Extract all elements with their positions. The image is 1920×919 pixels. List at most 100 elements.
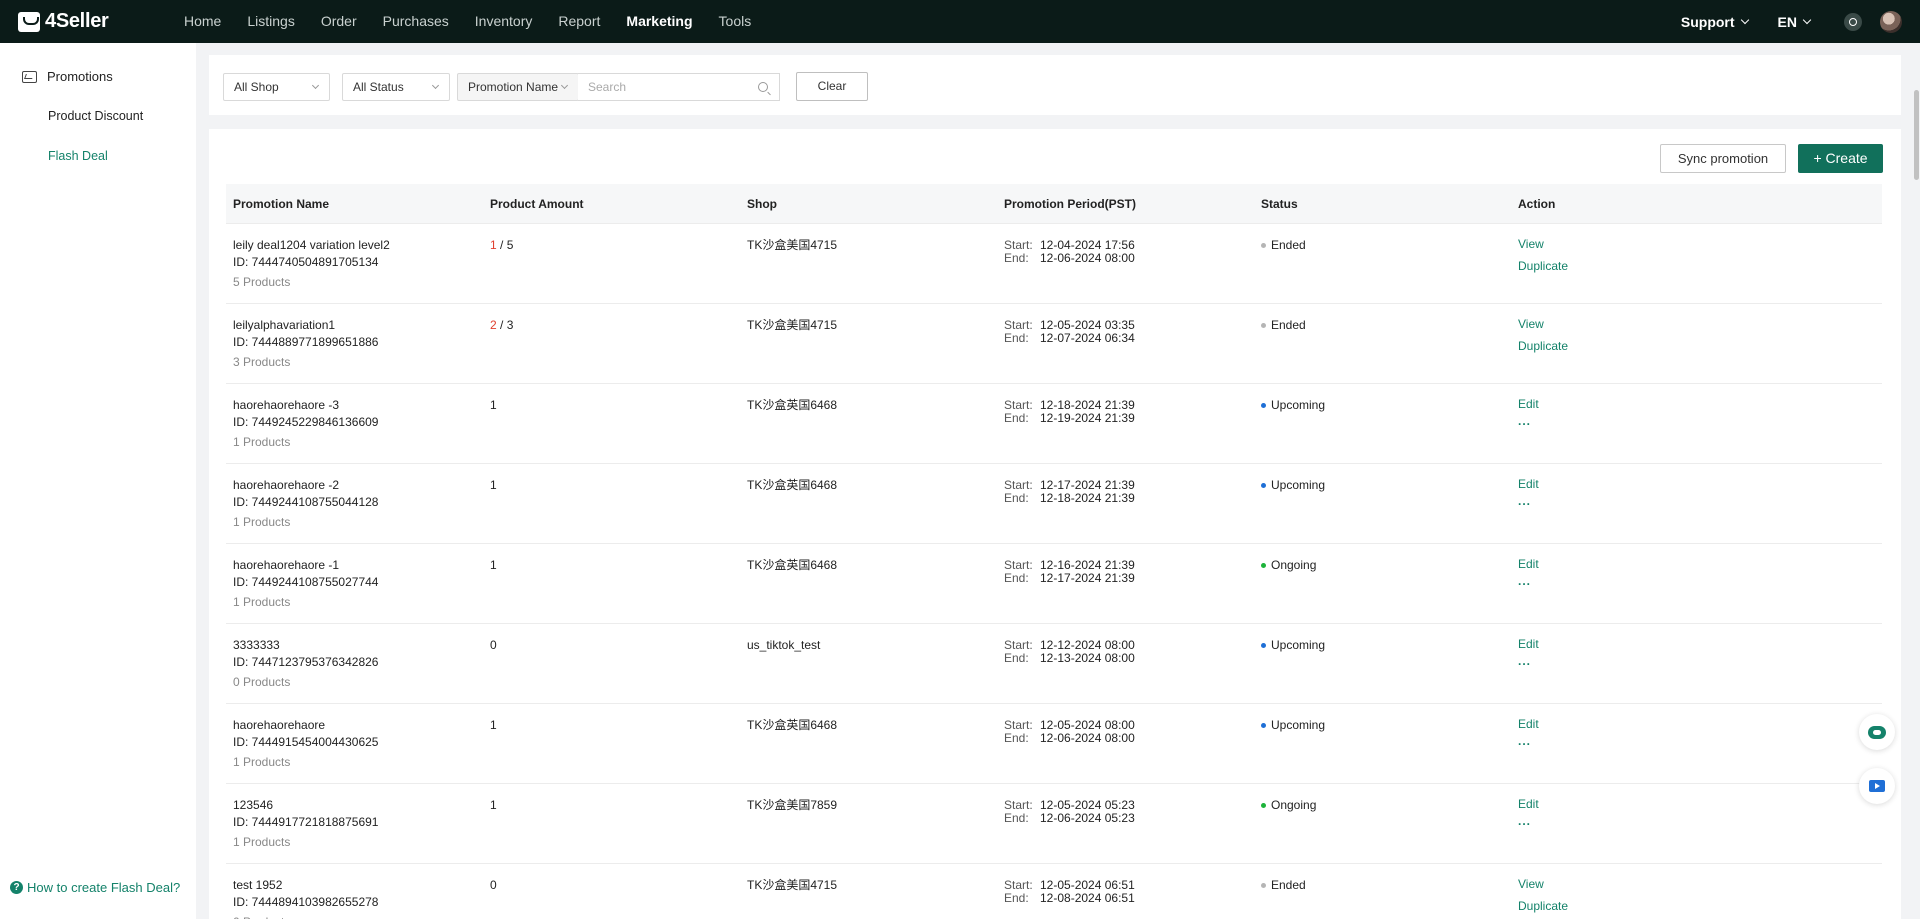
table-row: 123546 ID: 7444917721818875691 1 Products 1… [226, 784, 1882, 864]
table-row: 3333333 ID: 7447123795376342826 0 Products… [226, 624, 1882, 704]
language-selector[interactable]: EN [1778, 14, 1812, 30]
edit-button[interactable]: Edit [1518, 473, 1539, 495]
product-amount-cell: 1 [490, 797, 497, 814]
promotion-name-cell: haorehaorehaore -2 ID: 744924410875504412… [233, 477, 378, 531]
more-actions-button[interactable]: ... [1518, 655, 1539, 667]
view-button[interactable]: View [1518, 233, 1568, 255]
sidebar-item-product-discount[interactable]: Product Discount [48, 109, 143, 123]
nav-item-order[interactable]: Order [321, 0, 357, 43]
scrollbar-thumb[interactable] [1914, 90, 1919, 180]
status-select[interactable]: All Status [342, 73, 450, 101]
settings-icon[interactable] [1844, 12, 1862, 31]
chat-support-button[interactable] [1859, 714, 1895, 750]
end-time: 12-07-2024 06:34 [1040, 331, 1135, 345]
duplicate-button[interactable]: Duplicate [1518, 255, 1568, 277]
search-field-select[interactable]: Promotion Name [457, 73, 579, 101]
nav-item-report[interactable]: Report [558, 0, 600, 43]
edit-button[interactable]: Edit [1518, 793, 1539, 815]
nav-item-inventory[interactable]: Inventory [475, 0, 533, 43]
promotion-id: ID: 7444740504891705134 [233, 255, 379, 269]
promotion-name-cell: leily deal1204 variation level2 ID: 74447… [233, 237, 390, 291]
table-row: haorehaorehaore -3 ID: 744924522984613660… [226, 384, 1882, 464]
search-field-value: Promotion Name [468, 80, 559, 94]
more-actions-button[interactable]: ... [1518, 815, 1539, 827]
status-dot-icon [1261, 803, 1266, 808]
status-text: Ongoing [1271, 798, 1317, 812]
shop-name: TK沙盒美国4715 [747, 318, 838, 332]
sync-promotion-button[interactable]: Sync promotion [1660, 144, 1786, 173]
table-row: test 1952 ID: 7444894103982655278 0 Produc… [226, 864, 1882, 919]
more-actions-button[interactable]: ... [1518, 735, 1539, 747]
product-amount-total: 0 [490, 638, 497, 652]
end-label: End: [1004, 571, 1029, 585]
end-label: End: [1004, 251, 1029, 265]
sidebar: Promotions Product Discount Flash Deal ?… [0, 43, 196, 919]
status-badge: Upcoming [1261, 637, 1325, 654]
promotion-name: 3333333 [233, 638, 280, 652]
product-amount-total: 1 [490, 718, 497, 732]
end-label: End: [1004, 811, 1029, 825]
bag-icon [18, 11, 40, 32]
duplicate-button[interactable]: Duplicate [1518, 895, 1568, 917]
end-label: End: [1004, 411, 1029, 425]
product-amount-cell: 1 [490, 397, 497, 414]
product-amount-total: / 5 [496, 238, 514, 252]
page-scrollbar[interactable] [1912, 43, 1920, 919]
product-amount-cell: 1 [490, 717, 497, 734]
more-actions-button[interactable]: ... [1518, 575, 1539, 587]
sidebar-section-label: Promotions [47, 69, 113, 84]
view-button[interactable]: View [1518, 873, 1568, 895]
avatar[interactable] [1880, 10, 1902, 33]
sidebar-item-flash-deal[interactable]: Flash Deal [48, 149, 108, 163]
promotion-id: ID: 7444915454004430625 [233, 735, 379, 749]
promotion-id: ID: 7449244108755044128 [233, 495, 379, 509]
nav-item-home[interactable]: Home [184, 0, 221, 43]
video-tutorial-button[interactable] [1859, 768, 1895, 804]
edit-button[interactable]: Edit [1518, 713, 1539, 735]
sidebar-section-promotions[interactable]: Promotions [22, 69, 113, 84]
edit-button[interactable]: Edit [1518, 393, 1539, 415]
duplicate-button[interactable]: Duplicate [1518, 335, 1568, 357]
status-badge: Ended [1261, 237, 1306, 254]
view-button[interactable]: View [1518, 313, 1568, 335]
promotion-period: Start: 12-16-2024 21:39 End: 12-17-2024 21:… [1004, 559, 1135, 585]
question-icon: ? [10, 881, 23, 894]
end-label: End: [1004, 731, 1029, 745]
video-icon [1869, 780, 1885, 792]
more-actions-button[interactable]: ... [1518, 495, 1539, 507]
action-cell: Edit... [1518, 553, 1539, 587]
status-dot-icon [1261, 563, 1266, 568]
search-icon[interactable] [758, 82, 768, 92]
clear-button[interactable]: Clear [796, 72, 868, 101]
help-link[interactable]: ? How to create Flash Deal? [10, 880, 180, 895]
end-time: 12-18-2024 21:39 [1040, 491, 1135, 505]
more-actions-button[interactable]: ... [1518, 415, 1539, 427]
product-count: 1 Products [233, 515, 291, 529]
nav-item-tools[interactable]: Tools [719, 0, 752, 43]
status-text: Ended [1271, 238, 1306, 252]
edit-button[interactable]: Edit [1518, 633, 1539, 655]
product-count: 1 Products [233, 595, 291, 609]
nav-item-listings[interactable]: Listings [247, 0, 294, 43]
search-input[interactable] [578, 74, 748, 100]
status-dot-icon [1261, 243, 1266, 248]
shop-name: TK沙盒美国4715 [747, 878, 838, 892]
create-button[interactable]: + Create [1798, 144, 1883, 173]
promotion-name: haorehaorehaore [233, 718, 326, 732]
action-cell: Edit... [1518, 633, 1539, 667]
shop-name: us_tiktok_test [747, 638, 821, 652]
action-cell: Edit... [1518, 473, 1539, 507]
promotion-period: Start: 12-18-2024 21:39 End: 12-19-2024 21:… [1004, 399, 1135, 425]
edit-button[interactable]: Edit [1518, 553, 1539, 575]
product-amount-total: 1 [490, 398, 497, 412]
promotion-name-cell: haorehaorehaore -3 ID: 744924522984613660… [233, 397, 378, 451]
nav-item-purchases[interactable]: Purchases [383, 0, 449, 43]
support-menu[interactable]: Support [1681, 14, 1749, 30]
nav-item-marketing[interactable]: Marketing [626, 0, 692, 43]
column-header: Promotion Name [233, 197, 330, 211]
action-cell: Edit... [1518, 393, 1539, 427]
shop-select[interactable]: All Shop [223, 73, 330, 101]
product-amount-sold: 1 [490, 238, 497, 252]
brand-logo[interactable]: 4Seller [18, 10, 184, 33]
promotion-period: Start: 12-17-2024 21:39 End: 12-18-2024 21:… [1004, 479, 1135, 505]
